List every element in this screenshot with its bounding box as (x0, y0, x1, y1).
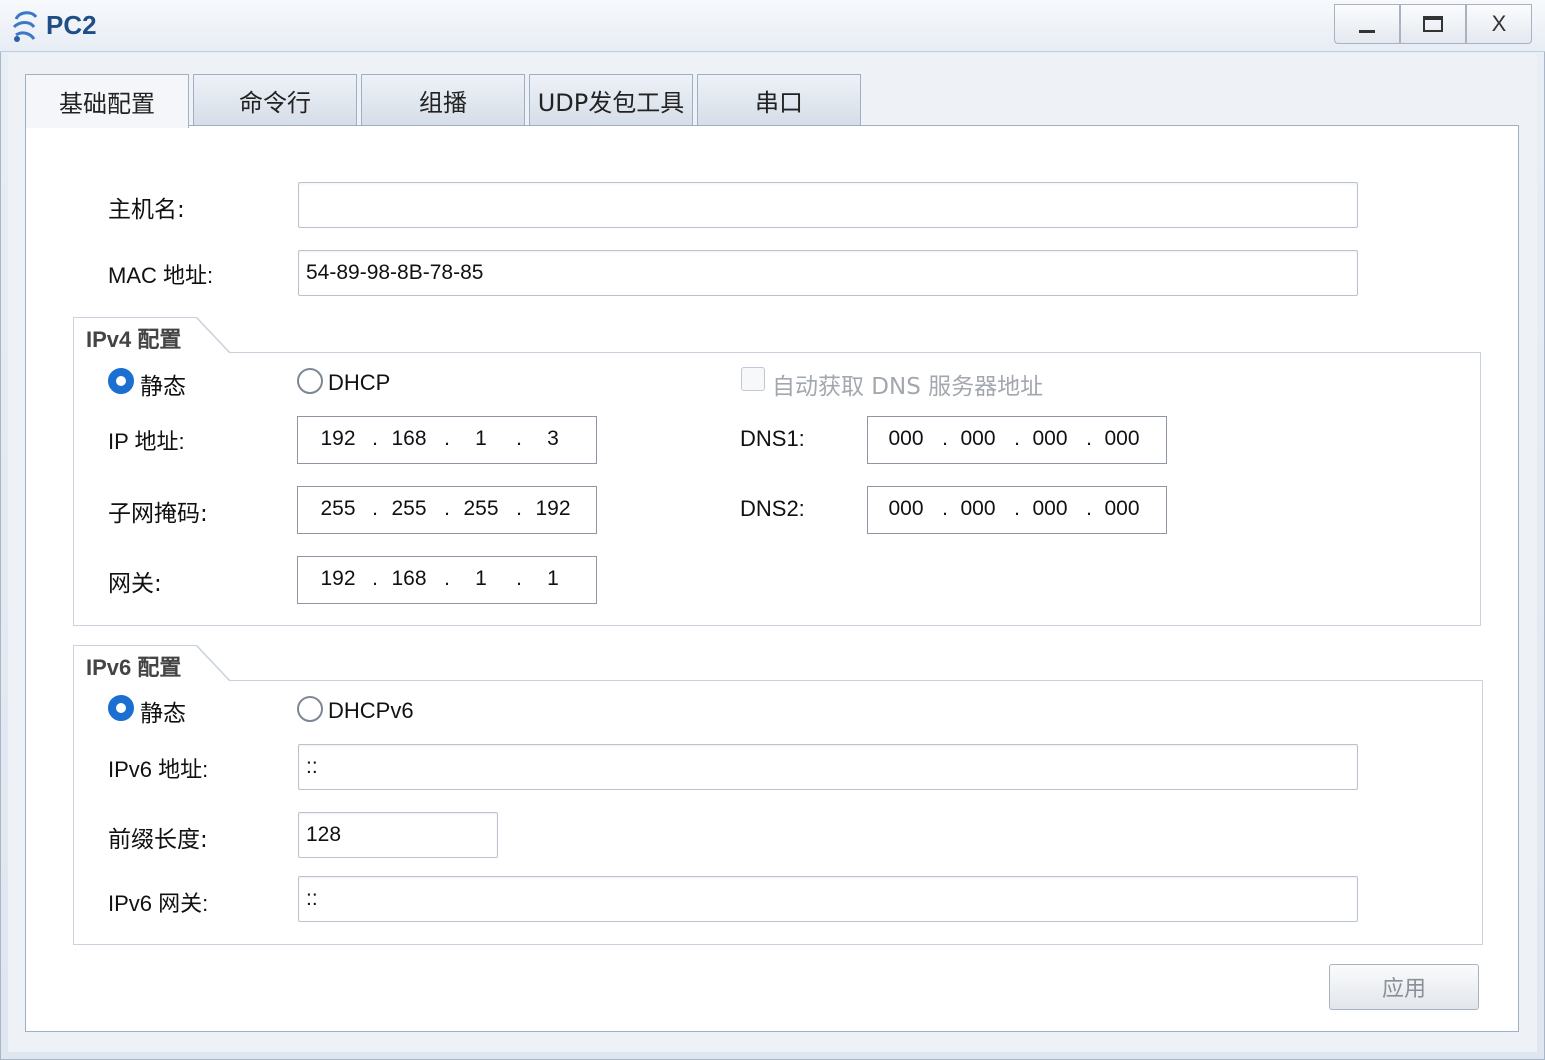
mask-separator: . (516, 497, 522, 520)
minimize-icon (1359, 29, 1375, 33)
group-tab-edge (196, 645, 230, 681)
dns1-label: DNS1: (740, 426, 805, 451)
ip-separator: . (444, 427, 450, 450)
ip-octet-2: 168 (391, 427, 427, 450)
subnet-mask-label: 子网掩码: (108, 501, 208, 527)
dns1-octet-4: 000 (1104, 427, 1140, 450)
ipv6-dhcp-label: DHCPv6 (328, 698, 414, 723)
auto-dns-label: 自动获取 DNS 服务器地址 (772, 374, 1044, 400)
mask-octet-1: 255 (320, 497, 356, 520)
tab-command-line[interactable]: 命令行 (193, 74, 357, 126)
dns2-field[interactable]: 000 . 000 . 000 . 000 (867, 486, 1167, 534)
gateway-separator: . (444, 567, 450, 590)
ipv6-static-label: 静态 (140, 701, 186, 727)
subnet-mask-field[interactable]: 255 . 255 . 255 . 192 (297, 486, 597, 534)
dns2-separator: . (1014, 497, 1020, 520)
ipv6-address-field[interactable]: :: (298, 744, 1358, 790)
mask-separator: . (372, 497, 378, 520)
ipv4-dhcp-label: DHCP (328, 370, 391, 395)
mask-octet-4: 192 (535, 497, 571, 520)
gateway-octet-4: 1 (547, 567, 559, 590)
ipv6-dhcp-radio[interactable] (297, 696, 323, 722)
prefix-length-field[interactable]: 128 (298, 812, 498, 858)
mask-separator: . (444, 497, 450, 520)
ipv6-group-title: IPv6 配置 (73, 645, 197, 681)
window-title: PC2 (46, 10, 97, 40)
tab-serial-port[interactable]: 串口 (697, 74, 861, 126)
dns1-field[interactable]: 000 . 000 . 000 . 000 (867, 416, 1167, 464)
dns2-separator: . (942, 497, 948, 520)
gateway-octet-1: 192 (320, 567, 356, 590)
gateway-separator: . (372, 567, 378, 590)
apply-button[interactable]: 应用 (1329, 964, 1479, 1010)
dns2-octet-1: 000 (888, 497, 924, 520)
minimize-button[interactable] (1334, 4, 1400, 44)
ip-separator: . (516, 427, 522, 450)
gateway-field[interactable]: 192 . 168 . 1 . 1 (297, 556, 597, 604)
dns1-separator: . (942, 427, 948, 450)
gateway-octet-3: 1 (475, 567, 487, 590)
tab-udp-tool[interactable]: UDP发包工具 (529, 74, 693, 126)
mask-octet-3: 255 (463, 497, 499, 520)
gateway-octet-2: 168 (391, 567, 427, 590)
gateway-label: 网关: (108, 571, 162, 597)
maximize-icon (1423, 16, 1443, 32)
ip-octet-1: 192 (320, 427, 356, 450)
dns1-octet-1: 000 (888, 427, 924, 450)
dns1-separator: . (1014, 427, 1020, 450)
ipv4-group-title: IPv4 配置 (73, 317, 197, 353)
dns1-separator: . (1086, 427, 1092, 450)
mac-label: MAC 地址: (108, 263, 214, 288)
maximize-button[interactable] (1400, 4, 1466, 44)
dns2-separator: . (1086, 497, 1092, 520)
ipv6-address-label: IPv6 地址: (108, 757, 209, 782)
dns1-octet-2: 000 (960, 427, 996, 450)
hostname-label: 主机名: (108, 197, 185, 223)
ip-separator: . (372, 427, 378, 450)
title-bar[interactable]: PC2 X (0, 0, 1545, 52)
ipv6-static-radio[interactable] (108, 695, 134, 721)
ipv6-gateway-label: IPv6 网关: (108, 891, 209, 916)
app-icon (12, 11, 38, 42)
tab-basic-config[interactable]: 基础配置 (25, 74, 189, 128)
dns2-label: DNS2: (740, 496, 805, 521)
gateway-separator: . (516, 567, 522, 590)
ip-address-label: IP 地址: (108, 429, 185, 454)
dns2-octet-4: 000 (1104, 497, 1140, 520)
ipv4-static-label: 静态 (140, 374, 186, 400)
auto-dns-checkbox[interactable] (741, 367, 765, 391)
ip-octet-3: 1 (475, 427, 487, 450)
ipv4-static-radio[interactable] (108, 368, 134, 394)
prefix-length-label: 前缀长度: (108, 827, 208, 853)
tab-multicast[interactable]: 组播 (361, 74, 525, 126)
ipv4-dhcp-radio[interactable] (297, 368, 323, 394)
close-icon: X (1491, 11, 1507, 36)
close-button[interactable]: X (1466, 4, 1532, 44)
ip-address-field[interactable]: 192 . 168 . 1 . 3 (297, 416, 597, 464)
dns2-octet-2: 000 (960, 497, 996, 520)
ip-octet-4: 3 (547, 427, 559, 450)
dns2-octet-3: 000 (1032, 497, 1068, 520)
hostname-input[interactable] (298, 182, 1358, 228)
group-tab-edge (196, 317, 230, 353)
ipv6-gateway-field[interactable]: :: (298, 876, 1358, 922)
mask-octet-2: 255 (391, 497, 427, 520)
dns1-octet-3: 000 (1032, 427, 1068, 450)
mac-address-field[interactable]: 54-89-98-8B-78-85 (298, 250, 1358, 296)
